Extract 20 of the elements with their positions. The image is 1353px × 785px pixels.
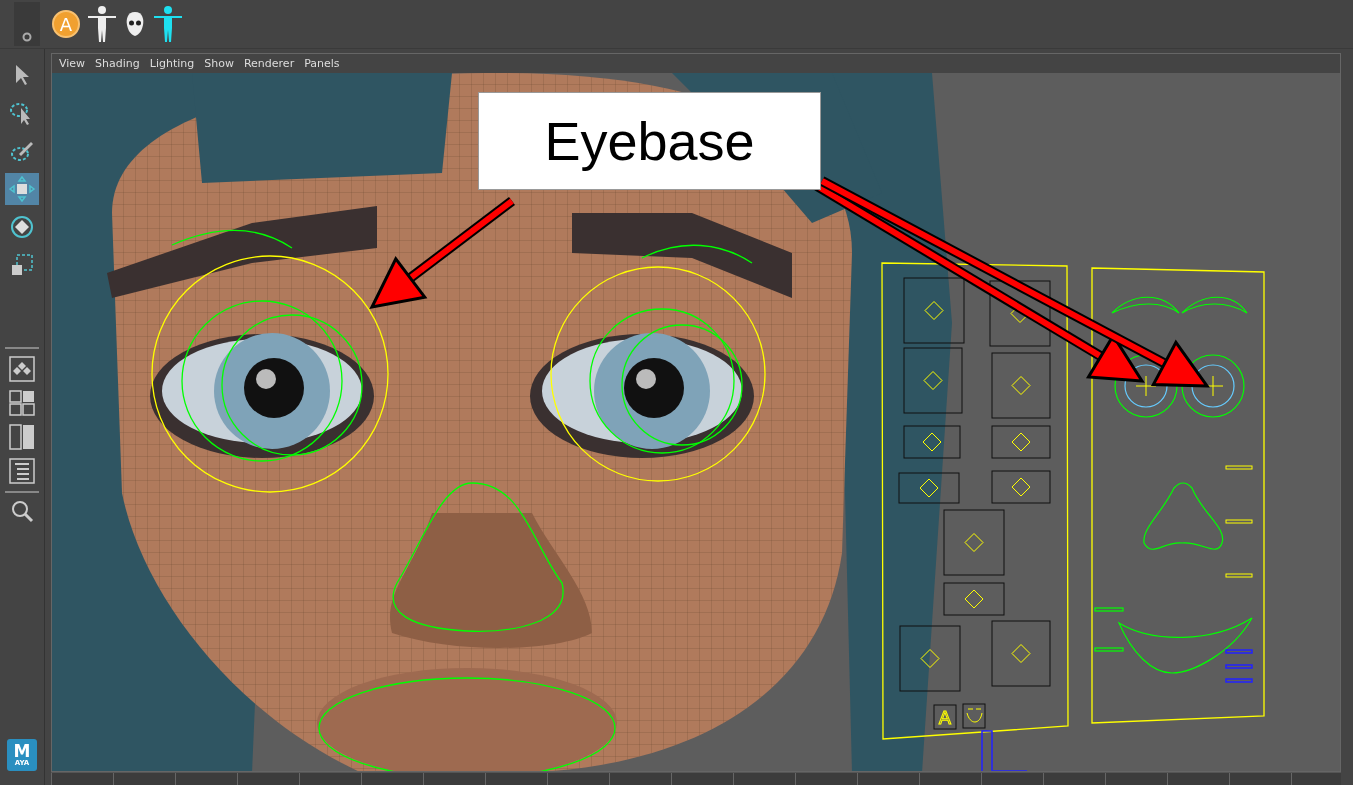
scale-tool-icon [9, 252, 35, 278]
four-pane-icon[interactable] [8, 389, 36, 417]
menu-item[interactable]: Show [199, 57, 239, 70]
settings-icon[interactable] [22, 32, 32, 42]
viewport[interactable]: A Eyebase [52, 73, 1340, 771]
human-figure-icon[interactable] [86, 4, 118, 44]
menu-item[interactable]: View [54, 57, 91, 70]
rotate-tool-icon [9, 214, 35, 240]
menu-item[interactable]: Shading [90, 57, 145, 70]
human-figure-icon[interactable] [152, 4, 184, 44]
single-pane-icon[interactable] [8, 355, 36, 383]
callout-label: Eyebase [479, 93, 820, 189]
two-pane-icon[interactable] [8, 423, 36, 451]
menu-item[interactable]: Renderer [238, 57, 300, 70]
face-rig-controls-drawing: A [881, 262, 1265, 771]
search-icon[interactable] [10, 499, 34, 523]
outliner-icon[interactable] [8, 457, 36, 485]
move-tool-icon [8, 175, 36, 203]
menu-item[interactable]: Lighting [144, 57, 200, 70]
menu-item[interactable]: Panels [299, 57, 345, 70]
